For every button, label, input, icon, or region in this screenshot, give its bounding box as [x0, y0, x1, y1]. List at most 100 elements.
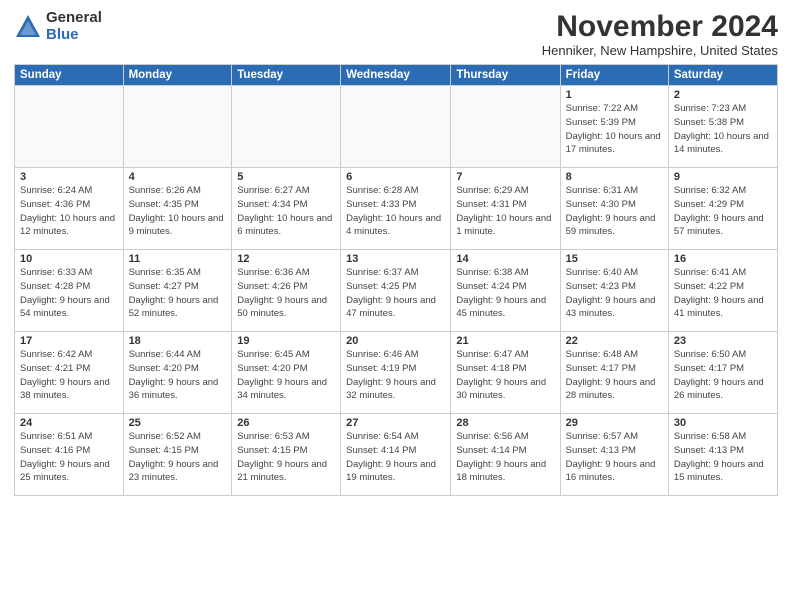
- info-line: Sunrise: 6:26 AM: [129, 184, 227, 198]
- info-line: Sunrise: 6:50 AM: [674, 348, 772, 362]
- day-number: 9: [674, 171, 772, 183]
- day-number: 26: [237, 417, 335, 429]
- info-line: Sunrise: 6:27 AM: [237, 184, 335, 198]
- day-number: 1: [566, 89, 663, 101]
- logo-text: General Blue: [46, 10, 102, 43]
- info-line: Daylight: 9 hours and 26 minutes.: [674, 376, 772, 404]
- info-line: Sunset: 4:26 PM: [237, 280, 335, 294]
- info-line: Sunset: 4:16 PM: [20, 444, 118, 458]
- day-number: 12: [237, 253, 335, 265]
- day-number: 13: [346, 253, 445, 265]
- col-sunday: Sunday: [15, 65, 124, 86]
- info-line: Sunset: 4:22 PM: [674, 280, 772, 294]
- calendar-cell: 29Sunrise: 6:57 AMSunset: 4:13 PMDayligh…: [560, 414, 668, 496]
- info-line: Sunrise: 6:48 AM: [566, 348, 663, 362]
- info-line: Sunset: 4:35 PM: [129, 198, 227, 212]
- info-line: Sunset: 4:29 PM: [674, 198, 772, 212]
- calendar: Sunday Monday Tuesday Wednesday Thursday…: [14, 64, 778, 496]
- calendar-cell: 4Sunrise: 6:26 AMSunset: 4:35 PMDaylight…: [123, 168, 232, 250]
- day-info: Sunrise: 6:44 AMSunset: 4:20 PMDaylight:…: [129, 348, 227, 403]
- calendar-cell: 5Sunrise: 6:27 AMSunset: 4:34 PMDaylight…: [232, 168, 341, 250]
- info-line: Sunrise: 6:31 AM: [566, 184, 663, 198]
- info-line: Sunset: 4:17 PM: [674, 362, 772, 376]
- day-number: 17: [20, 335, 118, 347]
- info-line: Sunset: 4:20 PM: [237, 362, 335, 376]
- calendar-cell: 14Sunrise: 6:38 AMSunset: 4:24 PMDayligh…: [451, 250, 560, 332]
- info-line: Sunrise: 6:45 AM: [237, 348, 335, 362]
- day-number: 22: [566, 335, 663, 347]
- calendar-cell: 23Sunrise: 6:50 AMSunset: 4:17 PMDayligh…: [668, 332, 777, 414]
- info-line: Daylight: 10 hours and 12 minutes.: [20, 212, 118, 240]
- day-number: 16: [674, 253, 772, 265]
- calendar-cell: 27Sunrise: 6:54 AMSunset: 4:14 PMDayligh…: [341, 414, 451, 496]
- calendar-cell: [15, 86, 124, 168]
- day-number: 10: [20, 253, 118, 265]
- day-info: Sunrise: 6:47 AMSunset: 4:18 PMDaylight:…: [456, 348, 554, 403]
- calendar-cell: 18Sunrise: 6:44 AMSunset: 4:20 PMDayligh…: [123, 332, 232, 414]
- logo: General Blue: [14, 10, 102, 43]
- calendar-cell: 12Sunrise: 6:36 AMSunset: 4:26 PMDayligh…: [232, 250, 341, 332]
- day-number: 21: [456, 335, 554, 347]
- day-info: Sunrise: 6:52 AMSunset: 4:15 PMDaylight:…: [129, 430, 227, 485]
- info-line: Daylight: 9 hours and 18 minutes.: [456, 458, 554, 486]
- info-line: Sunrise: 6:36 AM: [237, 266, 335, 280]
- header: General Blue November 2024 Henniker, New…: [14, 10, 778, 58]
- info-line: Sunset: 4:36 PM: [20, 198, 118, 212]
- info-line: Sunset: 5:39 PM: [566, 116, 663, 130]
- day-info: Sunrise: 6:36 AMSunset: 4:26 PMDaylight:…: [237, 266, 335, 321]
- calendar-cell: 17Sunrise: 6:42 AMSunset: 4:21 PMDayligh…: [15, 332, 124, 414]
- logo-blue: Blue: [46, 27, 102, 44]
- calendar-week-1: 1Sunrise: 7:22 AMSunset: 5:39 PMDaylight…: [15, 86, 778, 168]
- info-line: Daylight: 9 hours and 54 minutes.: [20, 294, 118, 322]
- day-number: 8: [566, 171, 663, 183]
- info-line: Daylight: 9 hours and 15 minutes.: [674, 458, 772, 486]
- title-block: November 2024 Henniker, New Hampshire, U…: [542, 10, 778, 58]
- calendar-cell: 22Sunrise: 6:48 AMSunset: 4:17 PMDayligh…: [560, 332, 668, 414]
- calendar-cell: 7Sunrise: 6:29 AMSunset: 4:31 PMDaylight…: [451, 168, 560, 250]
- calendar-cell: 10Sunrise: 6:33 AMSunset: 4:28 PMDayligh…: [15, 250, 124, 332]
- info-line: Daylight: 9 hours and 19 minutes.: [346, 458, 445, 486]
- info-line: Daylight: 9 hours and 45 minutes.: [456, 294, 554, 322]
- info-line: Sunrise: 6:57 AM: [566, 430, 663, 444]
- info-line: Sunset: 4:15 PM: [237, 444, 335, 458]
- day-info: Sunrise: 6:50 AMSunset: 4:17 PMDaylight:…: [674, 348, 772, 403]
- day-number: 4: [129, 171, 227, 183]
- info-line: Daylight: 9 hours and 41 minutes.: [674, 294, 772, 322]
- info-line: Sunrise: 6:35 AM: [129, 266, 227, 280]
- day-number: 6: [346, 171, 445, 183]
- day-info: Sunrise: 6:26 AMSunset: 4:35 PMDaylight:…: [129, 184, 227, 239]
- info-line: Daylight: 9 hours and 34 minutes.: [237, 376, 335, 404]
- location-title: Henniker, New Hampshire, United States: [542, 43, 778, 58]
- day-info: Sunrise: 6:40 AMSunset: 4:23 PMDaylight:…: [566, 266, 663, 321]
- info-line: Daylight: 10 hours and 4 minutes.: [346, 212, 445, 240]
- day-info: Sunrise: 6:35 AMSunset: 4:27 PMDaylight:…: [129, 266, 227, 321]
- calendar-cell: 21Sunrise: 6:47 AMSunset: 4:18 PMDayligh…: [451, 332, 560, 414]
- day-number: 20: [346, 335, 445, 347]
- info-line: Sunrise: 7:22 AM: [566, 102, 663, 116]
- info-line: Sunset: 4:25 PM: [346, 280, 445, 294]
- col-monday: Monday: [123, 65, 232, 86]
- day-info: Sunrise: 6:31 AMSunset: 4:30 PMDaylight:…: [566, 184, 663, 239]
- logo-icon: [14, 13, 42, 41]
- calendar-cell: 6Sunrise: 6:28 AMSunset: 4:33 PMDaylight…: [341, 168, 451, 250]
- info-line: Sunrise: 7:23 AM: [674, 102, 772, 116]
- col-wednesday: Wednesday: [341, 65, 451, 86]
- info-line: Sunrise: 6:56 AM: [456, 430, 554, 444]
- info-line: Sunset: 4:14 PM: [456, 444, 554, 458]
- day-info: Sunrise: 6:54 AMSunset: 4:14 PMDaylight:…: [346, 430, 445, 485]
- info-line: Sunrise: 6:38 AM: [456, 266, 554, 280]
- info-line: Daylight: 9 hours and 47 minutes.: [346, 294, 445, 322]
- info-line: Daylight: 9 hours and 28 minutes.: [566, 376, 663, 404]
- info-line: Daylight: 10 hours and 17 minutes.: [566, 130, 663, 158]
- calendar-cell: 30Sunrise: 6:58 AMSunset: 4:13 PMDayligh…: [668, 414, 777, 496]
- info-line: Sunrise: 6:58 AM: [674, 430, 772, 444]
- info-line: Daylight: 10 hours and 1 minute.: [456, 212, 554, 240]
- calendar-cell: [451, 86, 560, 168]
- day-info: Sunrise: 6:46 AMSunset: 4:19 PMDaylight:…: [346, 348, 445, 403]
- info-line: Daylight: 9 hours and 52 minutes.: [129, 294, 227, 322]
- calendar-cell: 8Sunrise: 6:31 AMSunset: 4:30 PMDaylight…: [560, 168, 668, 250]
- calendar-cell: [123, 86, 232, 168]
- info-line: Sunrise: 6:24 AM: [20, 184, 118, 198]
- info-line: Sunset: 4:21 PM: [20, 362, 118, 376]
- calendar-cell: 20Sunrise: 6:46 AMSunset: 4:19 PMDayligh…: [341, 332, 451, 414]
